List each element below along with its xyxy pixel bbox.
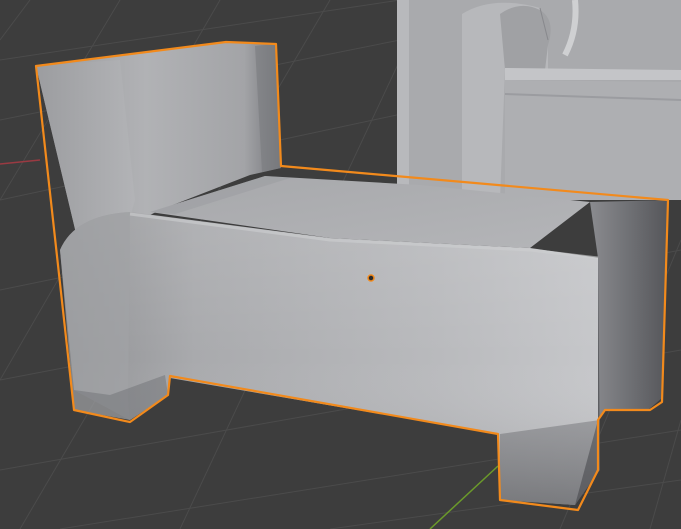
3d-viewport[interactable] <box>0 0 681 529</box>
background-object[interactable] <box>397 0 681 200</box>
object-origin-point[interactable] <box>367 274 375 282</box>
